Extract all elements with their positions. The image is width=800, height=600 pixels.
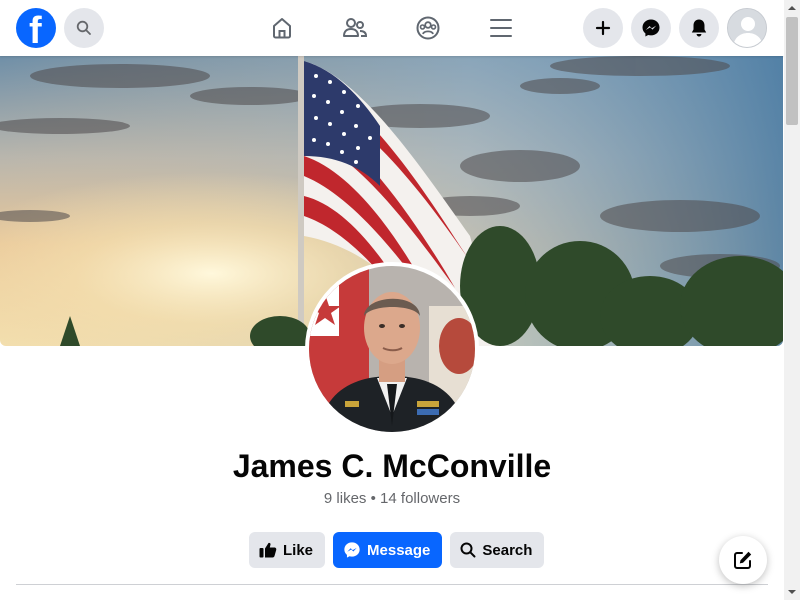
likes-label[interactable]: likes	[336, 490, 366, 507]
thumbs-up-icon	[259, 542, 277, 558]
followers-label[interactable]: followers	[401, 490, 460, 507]
like-button[interactable]: Like	[249, 532, 326, 568]
search-icon	[76, 20, 91, 35]
page-scrollbar[interactable]	[784, 0, 800, 600]
account-avatar-button[interactable]	[727, 8, 767, 48]
home-icon	[273, 18, 291, 39]
stats-separator: •	[370, 490, 376, 507]
plus-icon	[595, 20, 611, 36]
followers-count[interactable]: 14	[380, 490, 397, 507]
profile-picture[interactable]	[305, 262, 479, 436]
scroll-up-arrow-icon[interactable]	[784, 0, 800, 16]
create-button[interactable]	[583, 8, 623, 48]
search-icon	[460, 542, 476, 558]
nav-home[interactable]	[264, 10, 300, 46]
messenger-button[interactable]	[631, 8, 671, 48]
compose-message-button[interactable]	[719, 536, 767, 584]
menu-icon	[490, 19, 512, 37]
nav-menu[interactable]	[483, 10, 519, 46]
search-button[interactable]	[64, 8, 104, 48]
facebook-logo-icon[interactable]: f	[16, 8, 56, 48]
likes-count[interactable]: 9	[324, 490, 332, 507]
search-profile-button[interactable]: Search	[450, 532, 545, 568]
scroll-down-arrow-icon[interactable]	[784, 584, 800, 600]
message-button[interactable]: Message	[333, 532, 443, 568]
section-divider	[16, 584, 768, 585]
nav-friends[interactable]	[337, 10, 373, 46]
compose-icon	[734, 551, 752, 569]
top-navigation-bar: f	[0, 0, 784, 56]
profile-name: James C. McConville	[232, 448, 552, 484]
bell-icon	[691, 19, 707, 37]
profile-actions: Like Message Search	[249, 532, 545, 568]
groups-icon	[416, 16, 440, 40]
friends-icon	[343, 18, 368, 37]
notifications-button[interactable]	[679, 8, 719, 48]
scrollbar-thumb[interactable]	[786, 17, 798, 125]
messenger-icon	[344, 542, 360, 558]
profile-stats: 9 likes • 14 followers	[0, 490, 784, 507]
logo-letter: f	[29, 10, 42, 48]
message-button-label: Message	[367, 541, 431, 559]
avatar-icon	[728, 9, 766, 47]
profile-portrait-image	[309, 266, 475, 432]
like-button-label: Like	[283, 541, 314, 559]
search-button-label: Search	[482, 541, 533, 559]
nav-groups[interactable]	[410, 10, 446, 46]
messenger-icon	[642, 19, 660, 37]
